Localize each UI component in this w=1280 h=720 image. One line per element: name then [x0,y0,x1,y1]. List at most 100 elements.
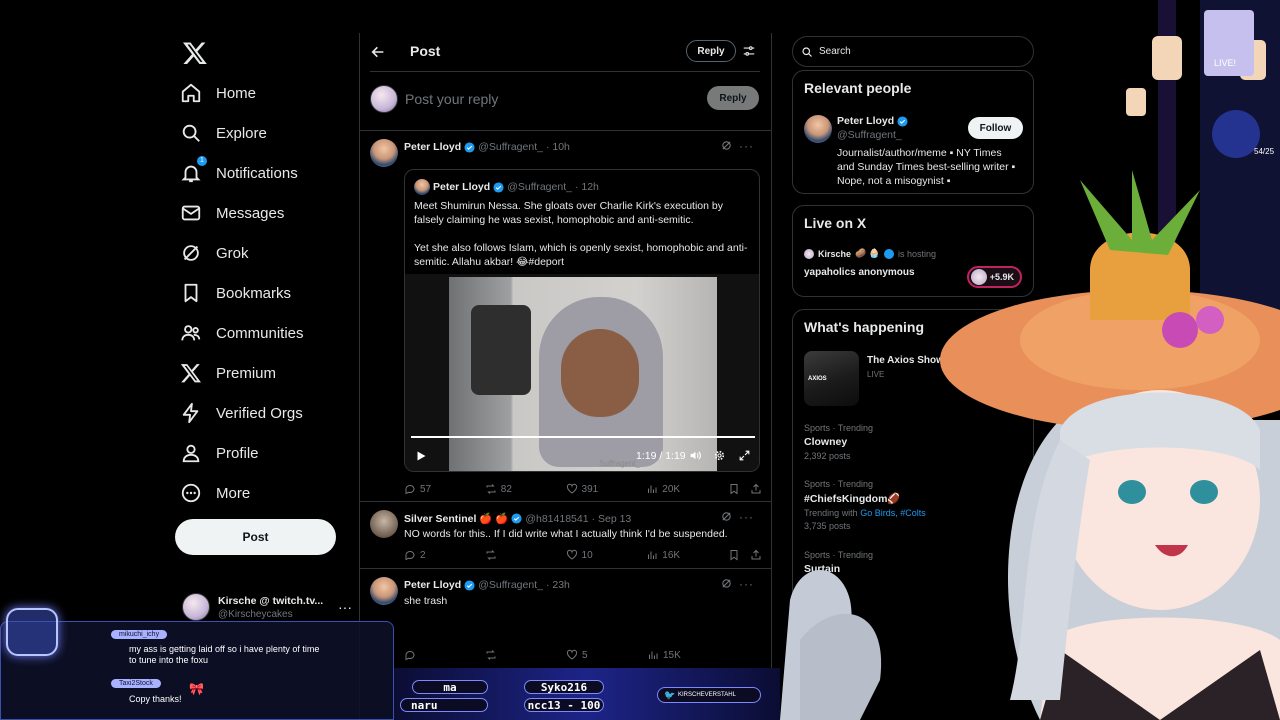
author-handle[interactable]: @Suffragent_ [478,579,543,591]
grok-icon[interactable] [721,140,732,151]
avatar[interactable] [804,115,832,143]
share-action[interactable] [750,482,762,496]
bookmark-action[interactable] [728,482,750,496]
play-icon[interactable] [415,450,427,462]
tweet-reply[interactable]: Peter Lloyd @Suffragent_ · 23h ··· she t… [370,577,762,661]
tweet-time[interactable]: · Sep 13 [592,513,632,525]
tweet-time[interactable]: · 10h [546,141,570,153]
views-icon [648,485,657,493]
repost-action[interactable]: 82 [485,482,566,496]
main-column: Post Reply Reply Peter Lloyd @Suffragent… [359,33,772,720]
fullscreen-icon[interactable] [738,449,751,462]
like-action[interactable]: 10 [566,548,647,562]
relevant-people-card: Relevant people Peter Lloyd @Suffragent_… [792,70,1034,194]
views-action[interactable]: 16K [646,548,728,562]
nav-grok[interactable]: Grok [180,235,249,271]
author-handle[interactable]: @h81418541 [525,513,588,525]
reply-input[interactable] [405,89,665,109]
tweet-actions: 5 15K [404,648,762,662]
author-name[interactable]: Peter Lloyd [404,141,461,153]
like-count: 391 [581,483,599,495]
person-name-row[interactable]: Peter Lloyd [837,115,908,127]
search-input[interactable] [819,46,1019,57]
quote-tweet[interactable]: Peter Lloyd @Suffragent_ · 12h Meet Shum… [404,169,760,472]
video-player[interactable]: Suffragent_ 1:19 / 1:19 [405,274,759,471]
grok-icon[interactable] [721,578,732,589]
trend-category: Sports · Trending [804,550,874,560]
person-bio: Journalist/author/meme ▪ NY Times and Su… [837,147,1016,187]
quote-author-name: Peter Lloyd [433,181,491,193]
tweet-reply[interactable]: Silver Sentinel 🍎 🍎 @h81418541 · Sep 13 … [370,510,762,568]
grok-icon[interactable] [721,511,732,522]
avatar [804,248,814,259]
show-thumbnail[interactable]: AXIOS [804,351,859,406]
back-arrow-icon[interactable] [370,44,386,60]
nav-bookmarks[interactable]: Bookmarks [180,275,291,311]
more-icon[interactable]: ··· [739,577,754,591]
nav-home[interactable]: Home [180,75,256,111]
x-logo-icon[interactable] [182,40,208,66]
reply-action[interactable]: 57 [404,482,485,496]
trending-with-label: Trending with [804,508,858,518]
trend-item[interactable]: Sports · Trending Clowney 2,392 posts [804,423,873,461]
views-action[interactable]: 15K [647,648,729,662]
nav-explore[interactable]: Explore [180,115,267,151]
nav-communities[interactable]: Communities [180,315,304,351]
follow-button[interactable]: Follow [968,117,1023,139]
author-name[interactable]: Silver Sentinel 🍎 🍎 [404,512,508,525]
post-button[interactable]: Post [175,519,336,555]
trend-item[interactable]: Sports · Trending Surtain [804,550,873,575]
more-icon[interactable]: ··· [739,510,754,524]
page-title: Post [410,43,441,59]
live-host-row[interactable]: Kirsche 🥔 🧁 is hosting [804,248,936,259]
trend-links[interactable]: Go Birds, #Colts [860,508,926,518]
verified-badge-icon [511,513,522,524]
avatar[interactable] [370,577,398,605]
show-title[interactable]: The Axios Show [867,355,944,366]
account-handle: @Kirscheycakes [218,608,293,620]
trend-item[interactable]: Sports · Trending #ChiefsKingdom🏈 Trendi… [804,479,926,531]
views-action[interactable]: 20K [646,482,728,496]
reply-action[interactable] [404,648,485,662]
nav-verified-orgs[interactable]: Verified Orgs [180,395,303,431]
settings-icon[interactable] [713,449,726,462]
nav-messages[interactable]: Messages [180,195,284,231]
tweet-time[interactable]: · 23h [546,579,570,591]
views-icon [648,551,657,559]
trend-title: Surtain [804,563,841,575]
author-name[interactable]: Peter Lloyd [404,579,461,591]
reply-filter-button[interactable]: Reply [686,40,736,62]
nav-more[interactable]: More [180,475,250,511]
search-bar[interactable] [792,36,1034,67]
account-switcher[interactable]: Kirsche @ twitch.tv... @Kirscheycakes ··… [182,591,352,623]
sliders-icon[interactable] [742,44,756,58]
space-title[interactable]: yapaholics anonymous [804,267,915,278]
author-handle[interactable]: @Suffragent_ [478,141,543,153]
volume-icon[interactable] [689,449,702,462]
card-title: Live on X [804,215,867,231]
repost-action[interactable] [485,548,566,562]
reply-action[interactable]: 2 [404,548,485,562]
nav-premium[interactable]: Premium [180,355,276,391]
share-action[interactable] [750,548,762,562]
nav-profile[interactable]: Profile [180,435,259,471]
person-handle[interactable]: @Suffragent_ [837,129,902,141]
like-action[interactable]: 391 [566,482,647,496]
bookmark-action[interactable] [728,548,750,562]
more-icon[interactable]: ··· [739,139,754,153]
tweet-main[interactable]: Peter Lloyd @Suffragent_ · 10h ··· Peter… [370,139,762,501]
host-emojis: 🥔 🧁 [855,248,880,258]
video-progress-bar[interactable] [411,436,755,438]
heart-icon [566,649,578,660]
repost-action[interactable] [485,648,566,662]
like-action[interactable]: 5 [566,648,647,662]
reply-button[interactable]: Reply [707,86,759,110]
x-icon [180,362,202,384]
nav-notifications[interactable]: 1 Notifications [180,155,298,191]
live-sign: LIVE! [1214,58,1236,68]
listener-count-button[interactable]: +5.9K [967,266,1022,288]
heart-icon [566,549,577,560]
avatar[interactable] [370,510,398,538]
avatar[interactable] [370,139,398,167]
quote-paragraph-2: Yet she also follows Islam, which is ope… [414,242,748,268]
